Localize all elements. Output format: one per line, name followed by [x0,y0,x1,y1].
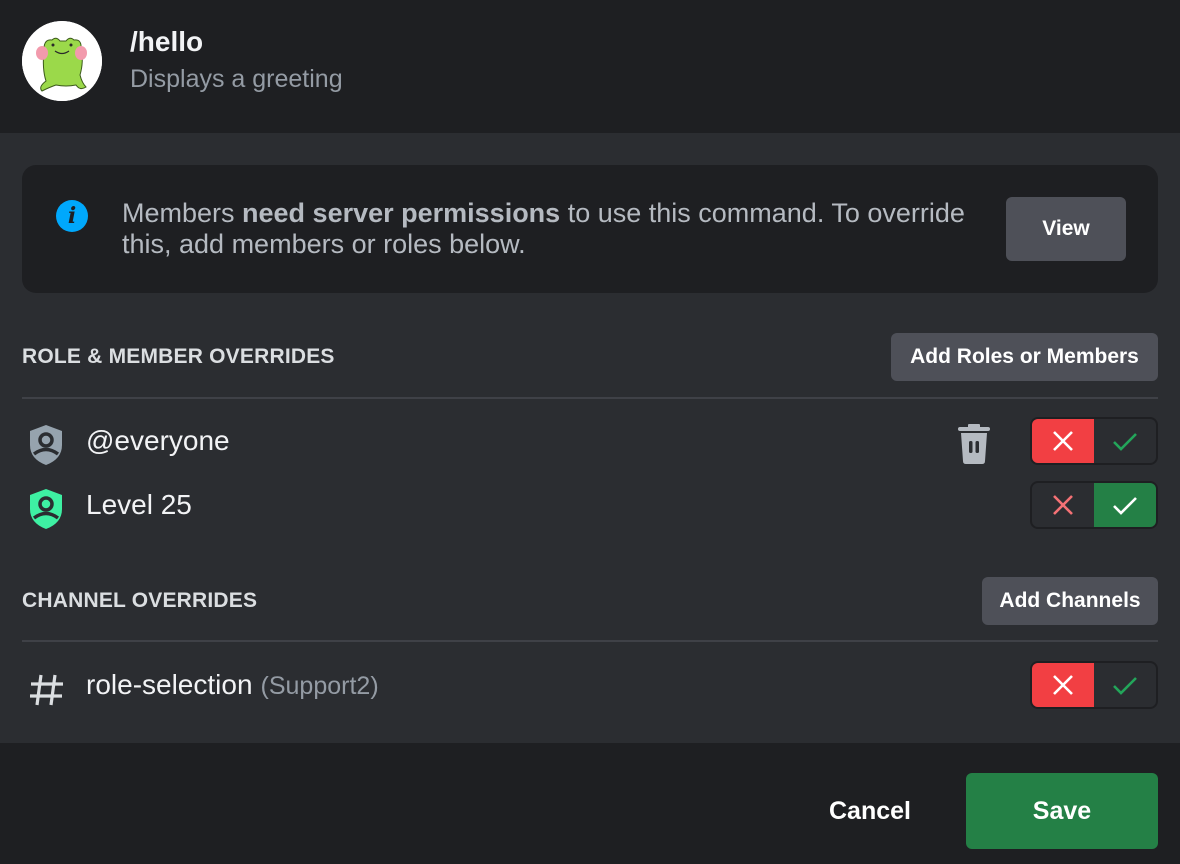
x-icon [1053,431,1073,451]
role-shield-icon [30,425,62,465]
divider [22,640,1158,642]
command-name: /hello [130,26,204,57]
allow-button[interactable] [1094,663,1156,707]
deny-button[interactable] [1032,419,1094,463]
notice-text: Members need server permissions to use t… [122,198,972,260]
channel-label: role-selection [86,669,253,700]
check-icon [1113,677,1137,695]
role-override-row: Level 25 [22,479,1158,535]
role-name: @everyone [86,425,230,456]
trash-icon[interactable] [952,421,996,465]
role-overrides-title: ROLE & MEMBER OVERRIDES [22,345,335,368]
info-icon: i [56,200,88,232]
command-description: Displays a greeting [130,65,343,93]
deny-button[interactable] [1032,483,1094,527]
role-name: Level 25 [86,489,192,520]
allow-button[interactable] [1094,483,1156,527]
hash-icon [30,674,63,706]
channel-name: role-selection (Support2) [86,669,379,701]
role-override-row: @everyone [22,415,1158,471]
divider [22,397,1158,399]
add-roles-or-members-button[interactable]: Add Roles or Members [891,333,1158,381]
cancel-button[interactable]: Cancel [810,775,930,847]
x-icon [1053,675,1073,695]
notice-text-bold: need server permissions [242,198,561,228]
save-button[interactable]: Save [966,773,1158,849]
channel-category: (Support2) [260,672,379,700]
frog-icon [22,21,102,101]
command-header: /hello Displays a greeting [0,0,1180,133]
deny-button[interactable] [1032,663,1094,707]
permissions-body: i Members need server permissions to use… [0,133,1180,743]
check-icon [1113,433,1137,451]
x-icon [1053,495,1073,515]
channel-override-row: role-selection (Support2) [22,659,1158,715]
permission-toggle[interactable] [1030,481,1158,529]
view-button[interactable]: View [1006,197,1126,261]
permissions-notice: i Members need server permissions to use… [22,165,1158,293]
channel-overrides-title: CHANNEL OVERRIDES [22,589,258,612]
permission-toggle[interactable] [1030,661,1158,709]
permission-toggle[interactable] [1030,417,1158,465]
modal-footer: Cancel Save [0,743,1180,864]
allow-button[interactable] [1094,419,1156,463]
add-channels-button[interactable]: Add Channels [982,577,1158,625]
notice-text-prefix: Members [122,198,243,228]
role-shield-icon [30,489,62,529]
check-icon [1113,497,1137,515]
frog-avatar [22,21,102,101]
